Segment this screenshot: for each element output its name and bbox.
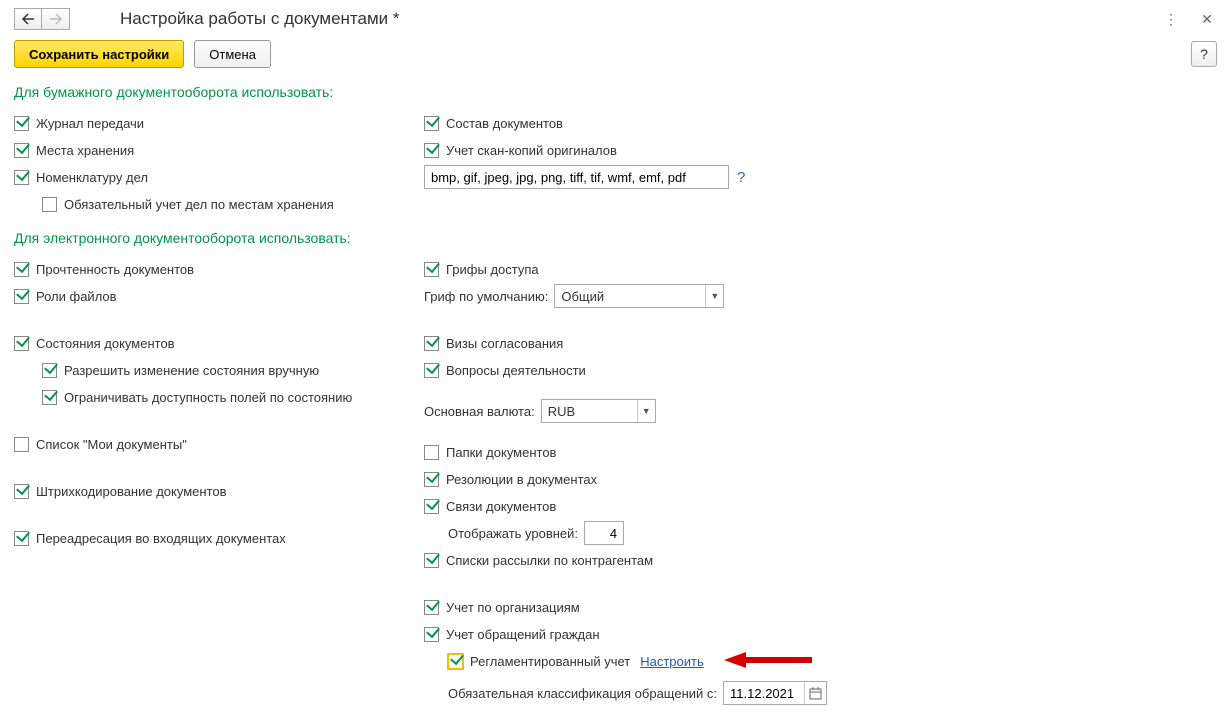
lbl-transfer-log: Журнал передачи	[36, 116, 144, 131]
forward-button[interactable]	[42, 8, 70, 30]
input-mandatory-classification-date[interactable]	[723, 681, 827, 705]
lbl-doc-composition: Состав документов	[446, 116, 563, 131]
lbl-base-currency: Основная валюта:	[424, 404, 535, 419]
lbl-read-docs: Прочтенность документов	[36, 262, 194, 277]
arrow-right-icon	[49, 13, 63, 25]
lbl-mandatory-classification: Обязательная классификация обращений с:	[448, 686, 717, 701]
chk-allow-manual-state[interactable]	[42, 363, 57, 378]
lbl-approval-visas: Визы согласования	[446, 336, 563, 351]
page-title: Настройка работы с документами *	[120, 9, 400, 29]
back-button[interactable]	[14, 8, 42, 30]
lbl-resolutions: Резолюции в документах	[446, 472, 597, 487]
lbl-show-levels: Отображать уровней:	[448, 526, 578, 541]
lbl-default-stamp: Гриф по умолчанию:	[424, 289, 548, 304]
select-default-stamp[interactable]: Общий ▼	[554, 284, 724, 308]
chk-access-stamps[interactable]	[424, 262, 439, 277]
chk-forwarding[interactable]	[14, 531, 29, 546]
chk-regulated-accounting[interactable]	[448, 654, 463, 669]
more-button[interactable]: ⋮	[1161, 9, 1181, 29]
chevron-down-icon: ▼	[637, 400, 655, 422]
chk-mailing-lists[interactable]	[424, 553, 439, 568]
lbl-storage-places: Места хранения	[36, 143, 134, 158]
save-button[interactable]: Сохранить настройки	[14, 40, 184, 68]
lbl-activity-questions: Вопросы деятельности	[446, 363, 586, 378]
chk-org-accounting[interactable]	[424, 600, 439, 615]
section-electronic-body: Прочтенность документов Роли файлов Сост…	[14, 256, 1217, 707]
chk-my-docs-list[interactable]	[14, 437, 29, 452]
close-button[interactable]: ✕	[1197, 9, 1217, 29]
titlebar-right: ⋮ ✕	[1161, 9, 1217, 29]
lbl-file-roles: Роли файлов	[36, 289, 117, 304]
section-electronic-title: Для электронного документооборота исполь…	[14, 230, 1217, 246]
close-icon: ✕	[1201, 11, 1213, 28]
lbl-doc-states: Состояния документов	[36, 336, 175, 351]
chk-approval-visas[interactable]	[424, 336, 439, 351]
arrow-left-icon	[21, 13, 35, 25]
chk-doc-composition[interactable]	[424, 116, 439, 131]
date-value[interactable]	[724, 682, 804, 704]
question-icon: ?	[1200, 46, 1208, 62]
help-formats[interactable]: ?	[737, 169, 745, 186]
nav-buttons	[14, 8, 70, 30]
lbl-nomenclature: Номенклатуру дел	[36, 170, 148, 185]
lbl-scan-originals: Учет скан-копий оригиналов	[446, 143, 617, 158]
chk-doc-states[interactable]	[14, 336, 29, 351]
settings-window: Настройка работы с документами * ⋮ ✕ Сох…	[0, 0, 1231, 719]
cancel-button[interactable]: Отмена	[194, 40, 271, 68]
lbl-regulated-accounting: Регламентированный учет	[470, 654, 630, 669]
select-default-stamp-value: Общий	[555, 285, 705, 307]
lbl-forwarding: Переадресация во входящих документах	[36, 531, 286, 546]
section-electronic-left: Прочтенность документов Роли файлов Сост…	[14, 256, 414, 707]
chk-mandatory-storage[interactable]	[42, 197, 57, 212]
calendar-icon[interactable]	[804, 682, 826, 704]
section-paper-left: Журнал передачи Места хранения Номенклат…	[14, 110, 414, 218]
lbl-citizen-requests: Учет обращений граждан	[446, 627, 600, 642]
section-paper-right: Состав документов Учет скан-копий оригин…	[424, 110, 1217, 218]
toolbar: Сохранить настройки Отмена ?	[14, 40, 1217, 68]
chk-restrict-fields[interactable]	[42, 390, 57, 405]
chk-transfer-log[interactable]	[14, 116, 29, 131]
section-electronic-right: Грифы доступа Гриф по умолчанию: Общий ▼…	[424, 256, 1217, 707]
lbl-barcoding: Штрихкодирование документов	[36, 484, 227, 499]
lbl-allow-manual-state: Разрешить изменение состояния вручную	[64, 363, 319, 378]
chk-storage-places[interactable]	[14, 143, 29, 158]
section-paper-title: Для бумажного документооборота использов…	[14, 84, 1217, 100]
lbl-mailing-lists: Списки рассылки по контрагентам	[446, 553, 653, 568]
chk-file-roles[interactable]	[14, 289, 29, 304]
chk-barcoding[interactable]	[14, 484, 29, 499]
titlebar: Настройка работы с документами * ⋮ ✕	[14, 8, 1217, 30]
chk-citizen-requests[interactable]	[424, 627, 439, 642]
lbl-my-docs-list: Список "Мои документы"	[36, 437, 187, 452]
chk-scan-originals[interactable]	[424, 143, 439, 158]
lbl-doc-folders: Папки документов	[446, 445, 556, 460]
input-show-levels[interactable]	[584, 521, 624, 545]
help-button[interactable]: ?	[1191, 41, 1217, 67]
vertical-dots-icon: ⋮	[1164, 11, 1178, 28]
chk-doc-folders[interactable]	[424, 445, 439, 460]
chk-nomenclature[interactable]	[14, 170, 29, 185]
select-base-currency-value: RUB	[542, 400, 637, 422]
lbl-access-stamps: Грифы доступа	[446, 262, 539, 277]
link-configure[interactable]: Настроить	[640, 654, 704, 669]
lbl-doc-links: Связи документов	[446, 499, 556, 514]
arrow-left-red-icon	[724, 650, 814, 670]
lbl-restrict-fields: Ограничивать доступность полей по состоя…	[64, 390, 352, 405]
chk-read-docs[interactable]	[14, 262, 29, 277]
lbl-org-accounting: Учет по организациям	[446, 600, 580, 615]
chk-resolutions[interactable]	[424, 472, 439, 487]
lbl-mandatory-storage: Обязательный учет дел по местам хранения	[64, 197, 334, 212]
section-paper-body: Журнал передачи Места хранения Номенклат…	[14, 110, 1217, 218]
annotation-arrow	[724, 650, 814, 673]
chk-activity-questions[interactable]	[424, 363, 439, 378]
select-base-currency[interactable]: RUB ▼	[541, 399, 656, 423]
chk-doc-links[interactable]	[424, 499, 439, 514]
chevron-down-icon: ▼	[705, 285, 723, 307]
input-formats[interactable]	[424, 165, 729, 189]
